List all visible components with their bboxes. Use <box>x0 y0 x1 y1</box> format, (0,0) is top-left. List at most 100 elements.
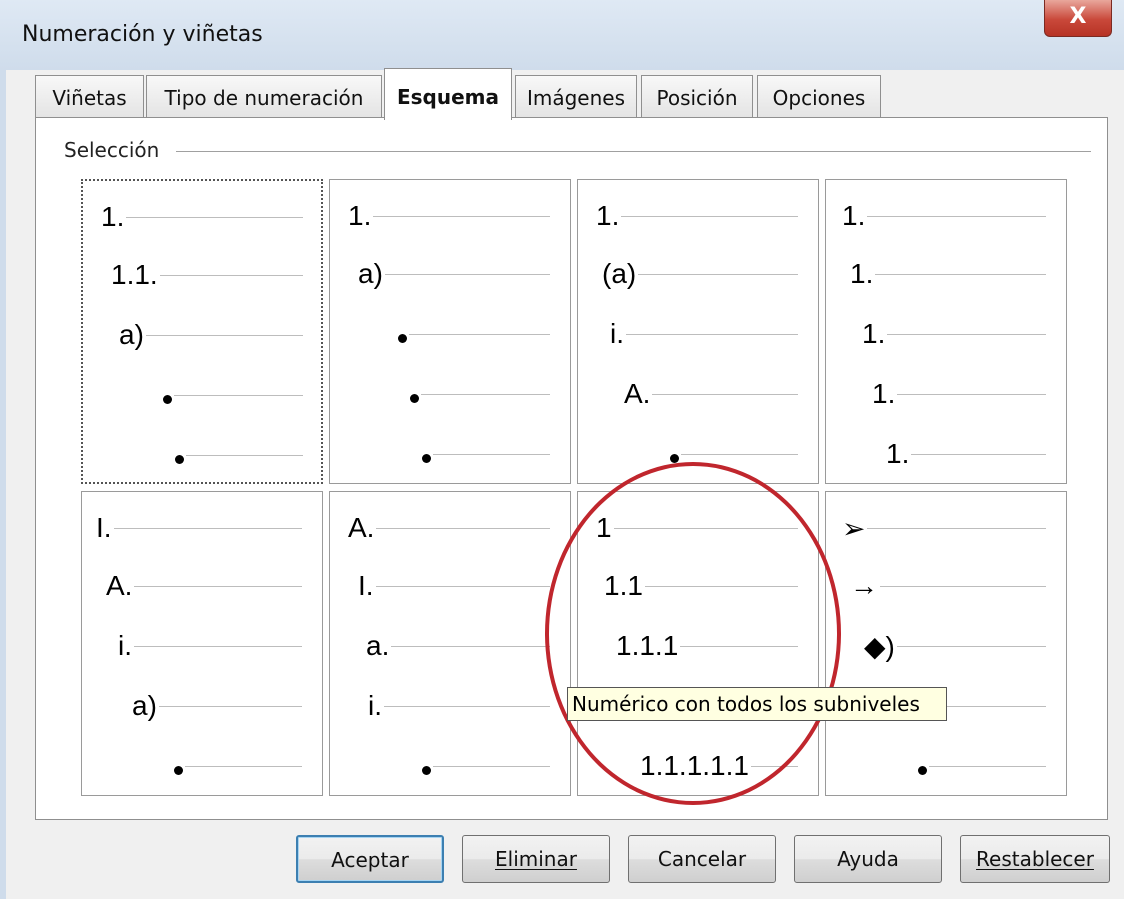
scheme-option-5[interactable]: I. A. i. a) <box>81 491 323 796</box>
scheme-option-8[interactable]: ➢ → ◆) <box>825 491 1067 796</box>
dialog-window: Numeración y viñetas X Viñetas Tipo de n… <box>0 0 1124 899</box>
level-marker: (a) <box>602 258 637 289</box>
tab-esquema[interactable]: Esquema <box>384 68 512 120</box>
level-marker <box>398 318 407 350</box>
placeholder-line <box>929 765 1046 767</box>
accept-button[interactable]: Aceptar <box>296 835 444 883</box>
tab-posicion[interactable]: Posición <box>641 75 753 117</box>
bullet-icon <box>918 766 927 775</box>
placeholder-line <box>887 333 1046 335</box>
level-marker: 1. <box>872 378 896 409</box>
placeholder-line <box>174 394 303 396</box>
placeholder-line <box>126 216 303 218</box>
bullet-icon <box>174 766 183 775</box>
scheme-level-row: a) <box>330 254 572 294</box>
delete-button[interactable]: Eliminar <box>462 835 610 883</box>
scheme-level-row <box>330 746 572 786</box>
placeholder-line <box>911 453 1046 455</box>
tab-imagenes[interactable]: Imágenes <box>515 75 637 117</box>
level-marker: a) <box>132 690 157 721</box>
tab-tipo-de-numeracion[interactable]: Tipo de numeración <box>146 75 382 117</box>
placeholder-line <box>158 705 302 707</box>
level-marker <box>918 750 927 782</box>
tooltip: Numérico con todos los subniveles <box>567 687 947 721</box>
scheme-option-3[interactable]: 1. (a) i. A. <box>577 179 819 484</box>
level-marker: ◆) <box>864 630 895 662</box>
placeholder-line <box>896 645 1046 647</box>
scheme-level-row: 1. <box>826 254 1068 294</box>
scheme-level-row: a) <box>83 315 325 355</box>
placeholder-line <box>113 527 302 529</box>
level-marker: I. <box>358 570 374 601</box>
scheme-option-6[interactable]: A. I. a. i. <box>329 491 571 796</box>
placeholder-line <box>185 765 302 767</box>
bullet-icon <box>422 454 431 463</box>
placeholder-line <box>867 215 1046 217</box>
scheme-level-row: I. <box>82 508 324 548</box>
tab-opciones[interactable]: Opciones <box>757 75 881 117</box>
level-marker: 1. <box>348 200 372 231</box>
level-marker <box>422 750 431 782</box>
placeholder-line <box>897 393 1046 395</box>
placeholder-line <box>145 334 303 336</box>
level-marker <box>175 439 184 471</box>
scheme-level-row <box>330 314 572 354</box>
scheme-option-2[interactable]: 1. a) <box>329 179 571 484</box>
placeholder-line <box>875 273 1046 275</box>
bullet-icon <box>670 454 679 463</box>
level-marker: 1. <box>842 200 866 231</box>
level-marker: I. <box>96 512 112 543</box>
level-marker: a) <box>119 319 144 350</box>
title-bar: Numeración y viñetas X <box>0 0 1124 71</box>
reset-button[interactable]: Restablecer <box>960 835 1110 883</box>
bullet-icon <box>398 334 407 343</box>
tab-vinetas[interactable]: Viñetas <box>35 75 144 117</box>
cancel-button[interactable]: Cancelar <box>628 835 776 883</box>
scheme-level-row: 1. <box>826 374 1068 414</box>
placeholder-line <box>375 585 550 587</box>
bullet-icon <box>410 394 419 403</box>
red-annotation-circle <box>545 462 841 805</box>
scheme-level-row: A. <box>82 566 324 606</box>
scheme-level-row: 1. <box>83 197 325 237</box>
scheme-level-row <box>330 374 572 414</box>
group-separator <box>176 151 1091 152</box>
scheme-level-row: (a) <box>578 254 820 294</box>
placeholder-line <box>652 393 798 395</box>
placeholder-line <box>159 274 303 276</box>
scheme-option-1[interactable]: 1. 1.1. a) <box>81 179 323 484</box>
scheme-level-row <box>330 434 572 474</box>
level-marker: 1. <box>886 438 910 469</box>
level-marker: A. <box>624 378 651 409</box>
placeholder-line <box>376 527 550 529</box>
scheme-level-row: I. <box>330 566 572 606</box>
scheme-level-row: → <box>826 566 1068 606</box>
placeholder-line <box>626 333 798 335</box>
scheme-level-row <box>83 435 325 475</box>
level-marker: A. <box>348 512 375 543</box>
close-button[interactable]: X <box>1044 0 1112 37</box>
scheme-option-4[interactable]: 1. 1. 1. 1. 1. <box>825 179 1067 484</box>
scheme-level-row: 1. <box>826 196 1068 236</box>
scheme-level-row: i. <box>578 314 820 354</box>
level-marker: 1.1. <box>111 259 158 290</box>
scheme-level-row: ◆) <box>826 626 1068 666</box>
placeholder-line <box>681 453 798 455</box>
level-marker: i. <box>610 318 624 349</box>
placeholder-line <box>391 645 550 647</box>
scheme-level-row: ➢ <box>826 508 1068 548</box>
reset-button-label: Restablecer <box>976 847 1094 871</box>
level-marker <box>163 379 172 411</box>
level-marker: ➢ <box>842 512 866 544</box>
level-marker: A. <box>106 570 133 601</box>
scheme-level-row: 1. <box>578 196 820 236</box>
level-marker: i. <box>368 690 382 721</box>
level-marker <box>174 750 183 782</box>
scheme-level-row: i. <box>330 686 572 726</box>
placeholder-line <box>384 273 550 275</box>
level-marker <box>422 438 431 470</box>
scheme-level-row <box>826 746 1068 786</box>
help-button[interactable]: Ayuda <box>794 835 942 883</box>
scheme-level-row: a. <box>330 626 572 666</box>
bullet-icon <box>175 455 184 464</box>
